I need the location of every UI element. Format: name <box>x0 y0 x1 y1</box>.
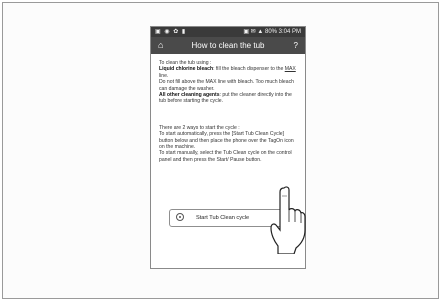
status-icons-left: ▣ ◉ ✿ ▮ <box>155 29 187 35</box>
auto-start-instruction: To start automatically, press the [Start… <box>159 131 294 151</box>
bleach-label: Liquid chlorine bleach <box>159 66 214 73</box>
max-line-label: MAX <box>284 66 296 73</box>
manual-start-instruction: To start manually, select the Tub Clean … <box>159 150 292 163</box>
help-button[interactable]: ? <box>294 37 298 54</box>
status-indicators-right: ▣ ✉ ▲ 80% 3:04 PM <box>243 29 301 35</box>
other-agents-instruction: All other cleaning agents: put the clean… <box>159 92 292 105</box>
start-button-label: Start Tub Clean cycle <box>196 215 250 221</box>
tag-on-icon <box>176 213 184 221</box>
other-agents-label: All other cleaning agents <box>159 92 220 99</box>
page-title: How to clean the tub <box>191 41 265 50</box>
status-bar: ▣ ◉ ✿ ▮ ▣ ✉ ▲ 80% 3:04 PM <box>151 27 305 37</box>
bleach-instruction: Liquid chlorine bleach: fill the bleach … <box>159 66 296 79</box>
title-bar: ⌂ How to clean the tub ? <box>151 37 305 54</box>
instructions-text: To clean the tub using : Liquid chlorine… <box>159 60 299 163</box>
pointing-hand-icon <box>270 186 306 254</box>
start-tub-clean-button[interactable]: Start Tub Clean cycle <box>169 209 284 227</box>
bleach-warning: Do not fill above the MAX line with blea… <box>159 79 294 92</box>
